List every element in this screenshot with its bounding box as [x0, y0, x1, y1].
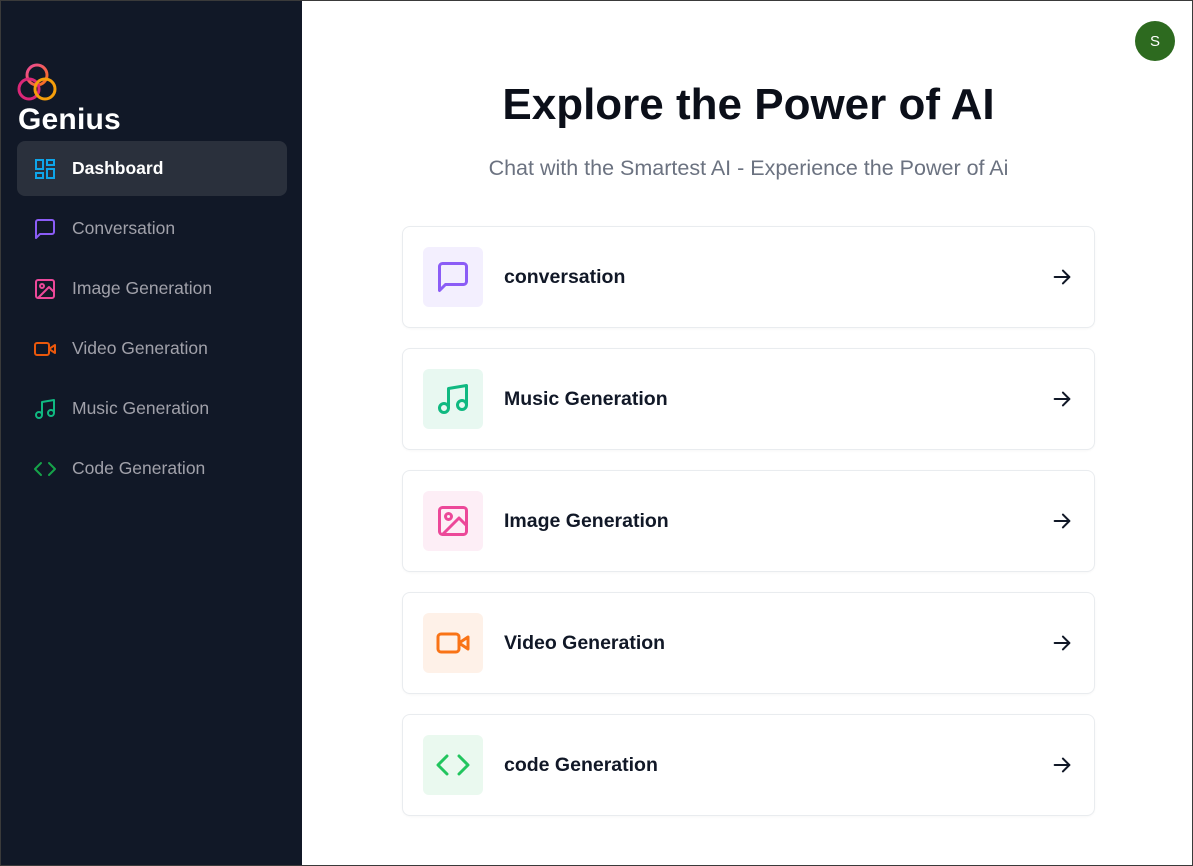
- sidebar-item-image-generation[interactable]: Image Generation: [17, 261, 287, 316]
- sidebar-item-label: Video Generation: [72, 338, 208, 358]
- tool-card-conversation[interactable]: conversation: [402, 226, 1095, 328]
- tool-card-label: Image Generation: [504, 509, 669, 532]
- sidebar-item-video-generation[interactable]: Video Generation: [17, 321, 287, 376]
- tool-card-music-generation[interactable]: Music Generation: [402, 348, 1095, 450]
- tool-card-label: code Generation: [504, 753, 658, 776]
- sidebar-nav: Dashboard Conversation Image Generation: [17, 141, 287, 501]
- arrow-right-icon: [1050, 387, 1074, 411]
- video-icon: [423, 613, 483, 673]
- arrow-right-icon: [1050, 753, 1074, 777]
- sidebar-item-code-generation[interactable]: Code Generation: [17, 441, 287, 496]
- tool-card-video-generation[interactable]: Video Generation: [402, 592, 1095, 694]
- image-icon: [423, 491, 483, 551]
- arrow-right-icon: [1050, 631, 1074, 655]
- tool-card-label: conversation: [504, 265, 626, 288]
- video-icon: [33, 337, 57, 361]
- message-square-icon: [33, 217, 57, 241]
- tool-card-code-generation[interactable]: code Generation: [402, 714, 1095, 816]
- sidebar-item-label: Image Generation: [72, 278, 213, 298]
- sidebar-item-conversation[interactable]: Conversation: [17, 201, 287, 256]
- code-icon: [423, 735, 483, 795]
- tool-card-label: Music Generation: [504, 387, 668, 410]
- image-icon: [33, 277, 57, 301]
- triple-circle-logo-icon[interactable]: [16, 62, 58, 102]
- tool-card-label: Video Generation: [504, 631, 666, 654]
- music-icon: [33, 397, 57, 421]
- sidebar-item-music-generation[interactable]: Music Generation: [17, 381, 287, 436]
- app-logo-text[interactable]: Genius: [18, 103, 121, 137]
- arrow-right-icon: [1050, 265, 1074, 289]
- sidebar-item-label: Music Generation: [72, 398, 210, 418]
- sidebar: Genius Dashboard Conversation Image Gene…: [0, 0, 302, 866]
- message-square-icon: [423, 247, 483, 307]
- user-avatar[interactable]: S: [1135, 21, 1175, 61]
- sidebar-item-label: Code Generation: [72, 458, 206, 478]
- sidebar-item-dashboard[interactable]: Dashboard: [17, 141, 287, 196]
- sidebar-item-label: Conversation: [72, 218, 176, 238]
- page-title: Explore the Power of AI: [502, 80, 995, 129]
- tool-card-list: conversation Music Generation Image Gene…: [402, 226, 1095, 836]
- arrow-right-icon: [1050, 509, 1074, 533]
- page-subtitle: Chat with the Smartest AI - Experience t…: [488, 156, 1009, 180]
- code-icon: [33, 457, 57, 481]
- tool-card-image-generation[interactable]: Image Generation: [402, 470, 1095, 572]
- sidebar-item-label: Dashboard: [72, 158, 164, 178]
- music-icon: [423, 369, 483, 429]
- dashboard-icon: [33, 157, 57, 181]
